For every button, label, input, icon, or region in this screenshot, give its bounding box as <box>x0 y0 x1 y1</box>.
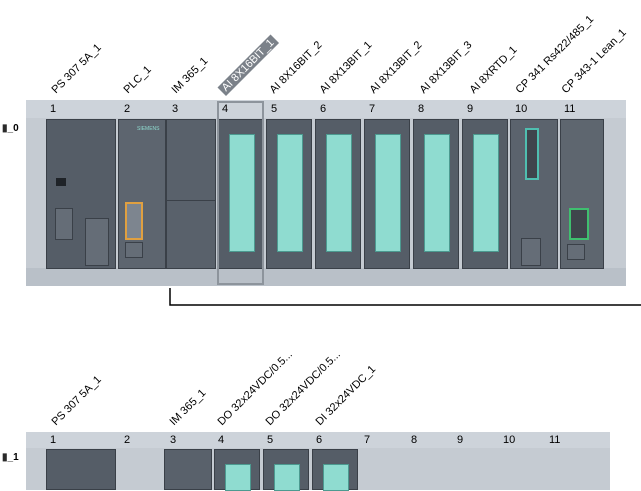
slot-number: 1 <box>50 434 57 446</box>
slot-number: 8 <box>411 434 418 446</box>
slot-number: 3 <box>170 434 177 446</box>
slot-number: 7 <box>364 434 371 446</box>
rack-name: ▮_1 <box>2 452 19 463</box>
module-do32-1[interactable] <box>214 449 260 491</box>
slot-number: 11 <box>549 434 561 446</box>
module-im365[interactable] <box>164 449 212 490</box>
module-do32-2[interactable] <box>263 449 309 491</box>
slot-number: 9 <box>457 434 464 446</box>
io-terminal-strip <box>323 464 349 491</box>
io-terminal-strip <box>225 464 251 491</box>
slot-number: 10 <box>503 434 516 446</box>
slot-number: 5 <box>267 434 274 446</box>
module-di32[interactable] <box>312 449 358 491</box>
slot-number: 6 <box>316 434 323 446</box>
io-terminal-strip <box>274 464 300 491</box>
module-ps307[interactable] <box>46 449 116 490</box>
slot-number: 2 <box>124 434 131 446</box>
slot-number: 4 <box>218 434 225 446</box>
